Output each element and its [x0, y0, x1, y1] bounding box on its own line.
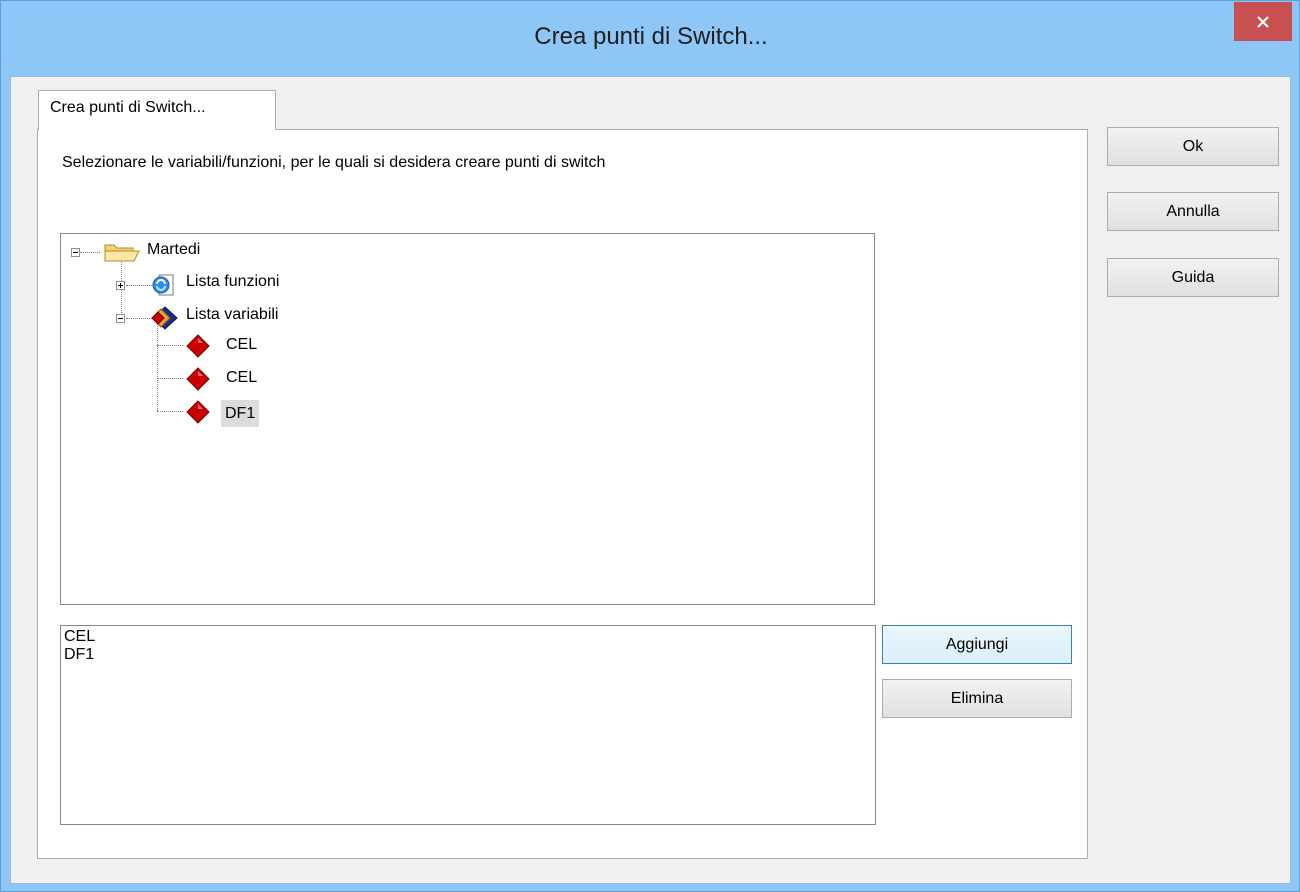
tree-node-variable[interactable]: CEL — [226, 369, 257, 387]
tree-connector — [157, 323, 158, 411]
selected-items-list[interactable]: CEL DF1 — [60, 625, 876, 825]
expand-toggle-lista-funzioni[interactable] — [116, 281, 125, 290]
collapse-toggle-root[interactable] — [71, 248, 80, 257]
tree-connector — [126, 285, 152, 286]
delete-button[interactable]: Elimina — [882, 679, 1072, 718]
window-title: Crea punti di Switch... — [534, 23, 768, 50]
instruction-text: Selezionare le variabili/funzioni, per l… — [62, 154, 606, 171]
list-item[interactable]: CEL — [64, 628, 95, 646]
list-item[interactable]: DF1 — [64, 646, 94, 664]
folder-icon — [104, 244, 140, 262]
title-bar[interactable]: Crea punti di Switch... — [1, 1, 1300, 76]
variable-tree[interactable] — [60, 233, 875, 605]
tree-node-lista-variabili[interactable]: Lista variabili — [186, 306, 278, 324]
close-button[interactable] — [1234, 2, 1292, 41]
tree-node-variable-selected[interactable]: DF1 — [221, 400, 260, 427]
close-icon — [1257, 15, 1269, 28]
tree-connector — [157, 345, 183, 346]
tree-node-lista-funzioni[interactable]: Lista funzioni — [186, 273, 279, 291]
tree-node-variable[interactable]: CEL — [226, 336, 257, 354]
variable-diamond-icon — [186, 334, 210, 358]
variable-diamond-icon — [186, 400, 210, 424]
collapse-toggle-lista-variabili[interactable] — [116, 314, 125, 323]
ok-button[interactable]: Ok — [1107, 127, 1279, 166]
tree-node-root[interactable]: Martedi — [147, 241, 200, 259]
help-button[interactable]: Guida — [1107, 258, 1279, 297]
tree-connector — [157, 411, 183, 412]
tab-crea-punti[interactable]: Crea punti di Switch... — [38, 90, 276, 130]
variable-list-icon — [151, 306, 178, 330]
tree-connector — [157, 378, 183, 379]
tab-label: Crea punti di Switch... — [50, 99, 206, 116]
add-button[interactable]: Aggiungi — [882, 625, 1072, 664]
tree-connector — [80, 252, 100, 253]
variable-diamond-icon — [186, 367, 210, 391]
tree-connector — [126, 318, 152, 319]
cancel-button[interactable]: Annulla — [1107, 192, 1279, 231]
function-list-icon — [152, 274, 174, 296]
